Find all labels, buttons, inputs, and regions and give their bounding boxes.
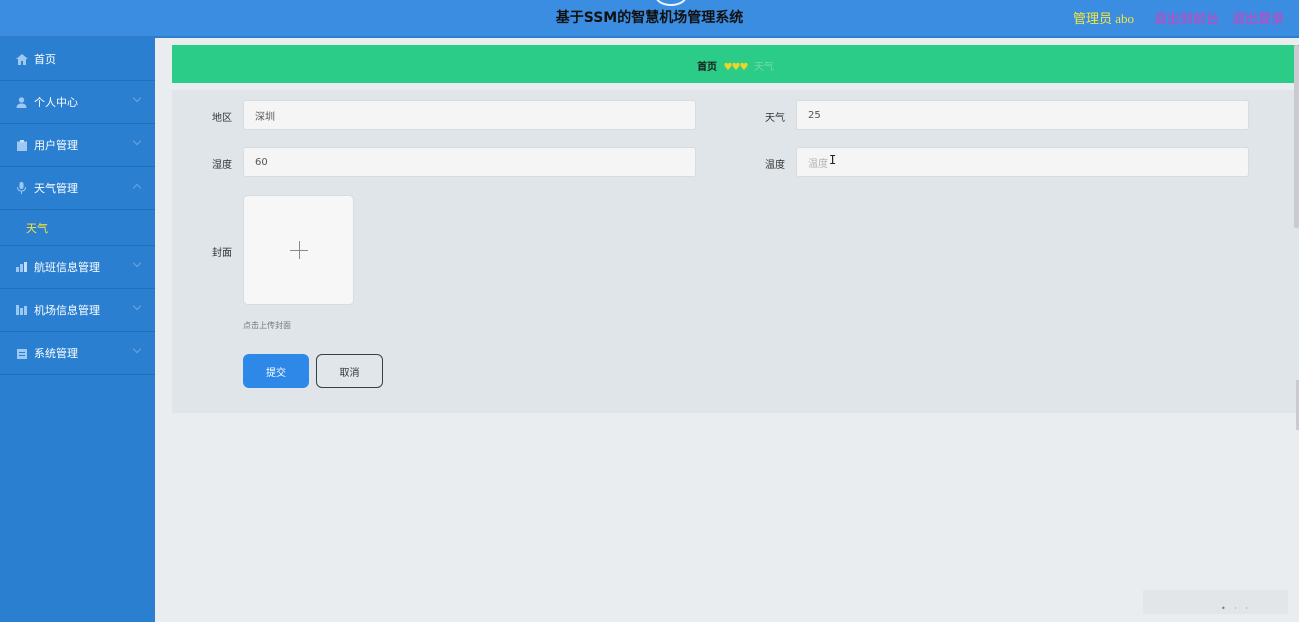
- text-cursor-icon: I: [829, 153, 837, 167]
- sidebar-item-label: 首页: [34, 53, 56, 66]
- sidebar-item-flight-info[interactable]: 航班信息管理: [0, 246, 155, 289]
- breadcrumb: 首页 ♥♥♥ 天气: [172, 45, 1299, 83]
- dots-icon: • · ·: [1221, 604, 1251, 613]
- admin-username: 管理员 abo: [1073, 11, 1135, 26]
- cancel-button[interactable]: 取消: [316, 354, 383, 388]
- region-input[interactable]: 深圳: [243, 100, 696, 130]
- sidebar-item-personal-center[interactable]: 个人中心: [0, 81, 155, 124]
- breadcrumb-home[interactable]: 首页: [697, 62, 717, 73]
- sidebar-item-label: 航班信息管理: [34, 261, 100, 274]
- corner-widget: • · ·: [1143, 590, 1288, 614]
- sidebar-item-label: 天气管理: [34, 182, 78, 195]
- chevron-down-icon: [132, 301, 142, 311]
- sidebar-item-system-management[interactable]: 系统管理: [0, 332, 155, 375]
- humidity-label: 湿度: [212, 160, 232, 171]
- clipboard-icon: [15, 139, 28, 152]
- sidebar-item-label: 个人中心: [34, 96, 78, 109]
- sidebar-item-user-management[interactable]: 用户管理: [0, 124, 155, 167]
- sidebar-item-label: 系统管理: [34, 347, 78, 360]
- chevron-up-icon: [132, 183, 142, 193]
- sidebar-item-weather-management[interactable]: 天气管理: [0, 167, 155, 210]
- weather-label: 天气: [765, 113, 785, 124]
- home-icon: [15, 53, 28, 66]
- vertical-scrollbar[interactable]: [1294, 45, 1299, 228]
- heart-separator-icon: ♥♥♥: [723, 62, 749, 73]
- sidebar-item-airport-info[interactable]: 机场信息管理: [0, 289, 155, 332]
- sidebar-subitem-weather[interactable]: 天气: [0, 210, 155, 246]
- bar-chart-icon: [15, 304, 28, 317]
- cover-label: 封面: [212, 248, 232, 259]
- chevron-down-icon: [132, 93, 142, 103]
- chevron-down-icon: [132, 258, 142, 268]
- cover-upload-hint: 点击上传封面: [243, 321, 291, 330]
- breadcrumb-current: 天气: [753, 62, 774, 73]
- weather-input[interactable]: 25: [796, 100, 1249, 130]
- humidity-input[interactable]: 60: [243, 147, 696, 177]
- temperature-label: 温度: [765, 160, 785, 171]
- chart-icon: [15, 261, 28, 274]
- cover-upload-box[interactable]: [243, 195, 354, 305]
- region-label: 地区: [212, 113, 232, 124]
- exit-to-front-link[interactable]: 退出到前台: [1154, 8, 1219, 27]
- document-icon: [15, 347, 28, 360]
- chevron-down-icon: [132, 136, 142, 146]
- chevron-down-icon: [132, 344, 142, 354]
- temperature-input[interactable]: 温度: [796, 147, 1249, 177]
- microphone-icon: [15, 182, 28, 195]
- submit-button[interactable]: 提交: [243, 354, 309, 388]
- top-header: 基于SSM的智慧机场管理系统 管理员 abo 退出到前台 退出登录: [0, 0, 1299, 38]
- sidebar-item-label: 用户管理: [34, 139, 78, 152]
- sidebar-item-home[interactable]: 首页: [0, 38, 155, 81]
- sidebar: 首页 个人中心 用户管理 天气管理 天气 航班信息管理 机场信息管理 系统管理: [0, 38, 155, 622]
- logout-link[interactable]: 退出登录: [1232, 8, 1284, 27]
- sidebar-item-label: 机场信息管理: [34, 304, 100, 317]
- user-icon: [15, 96, 28, 109]
- logo-icon: [655, 0, 687, 6]
